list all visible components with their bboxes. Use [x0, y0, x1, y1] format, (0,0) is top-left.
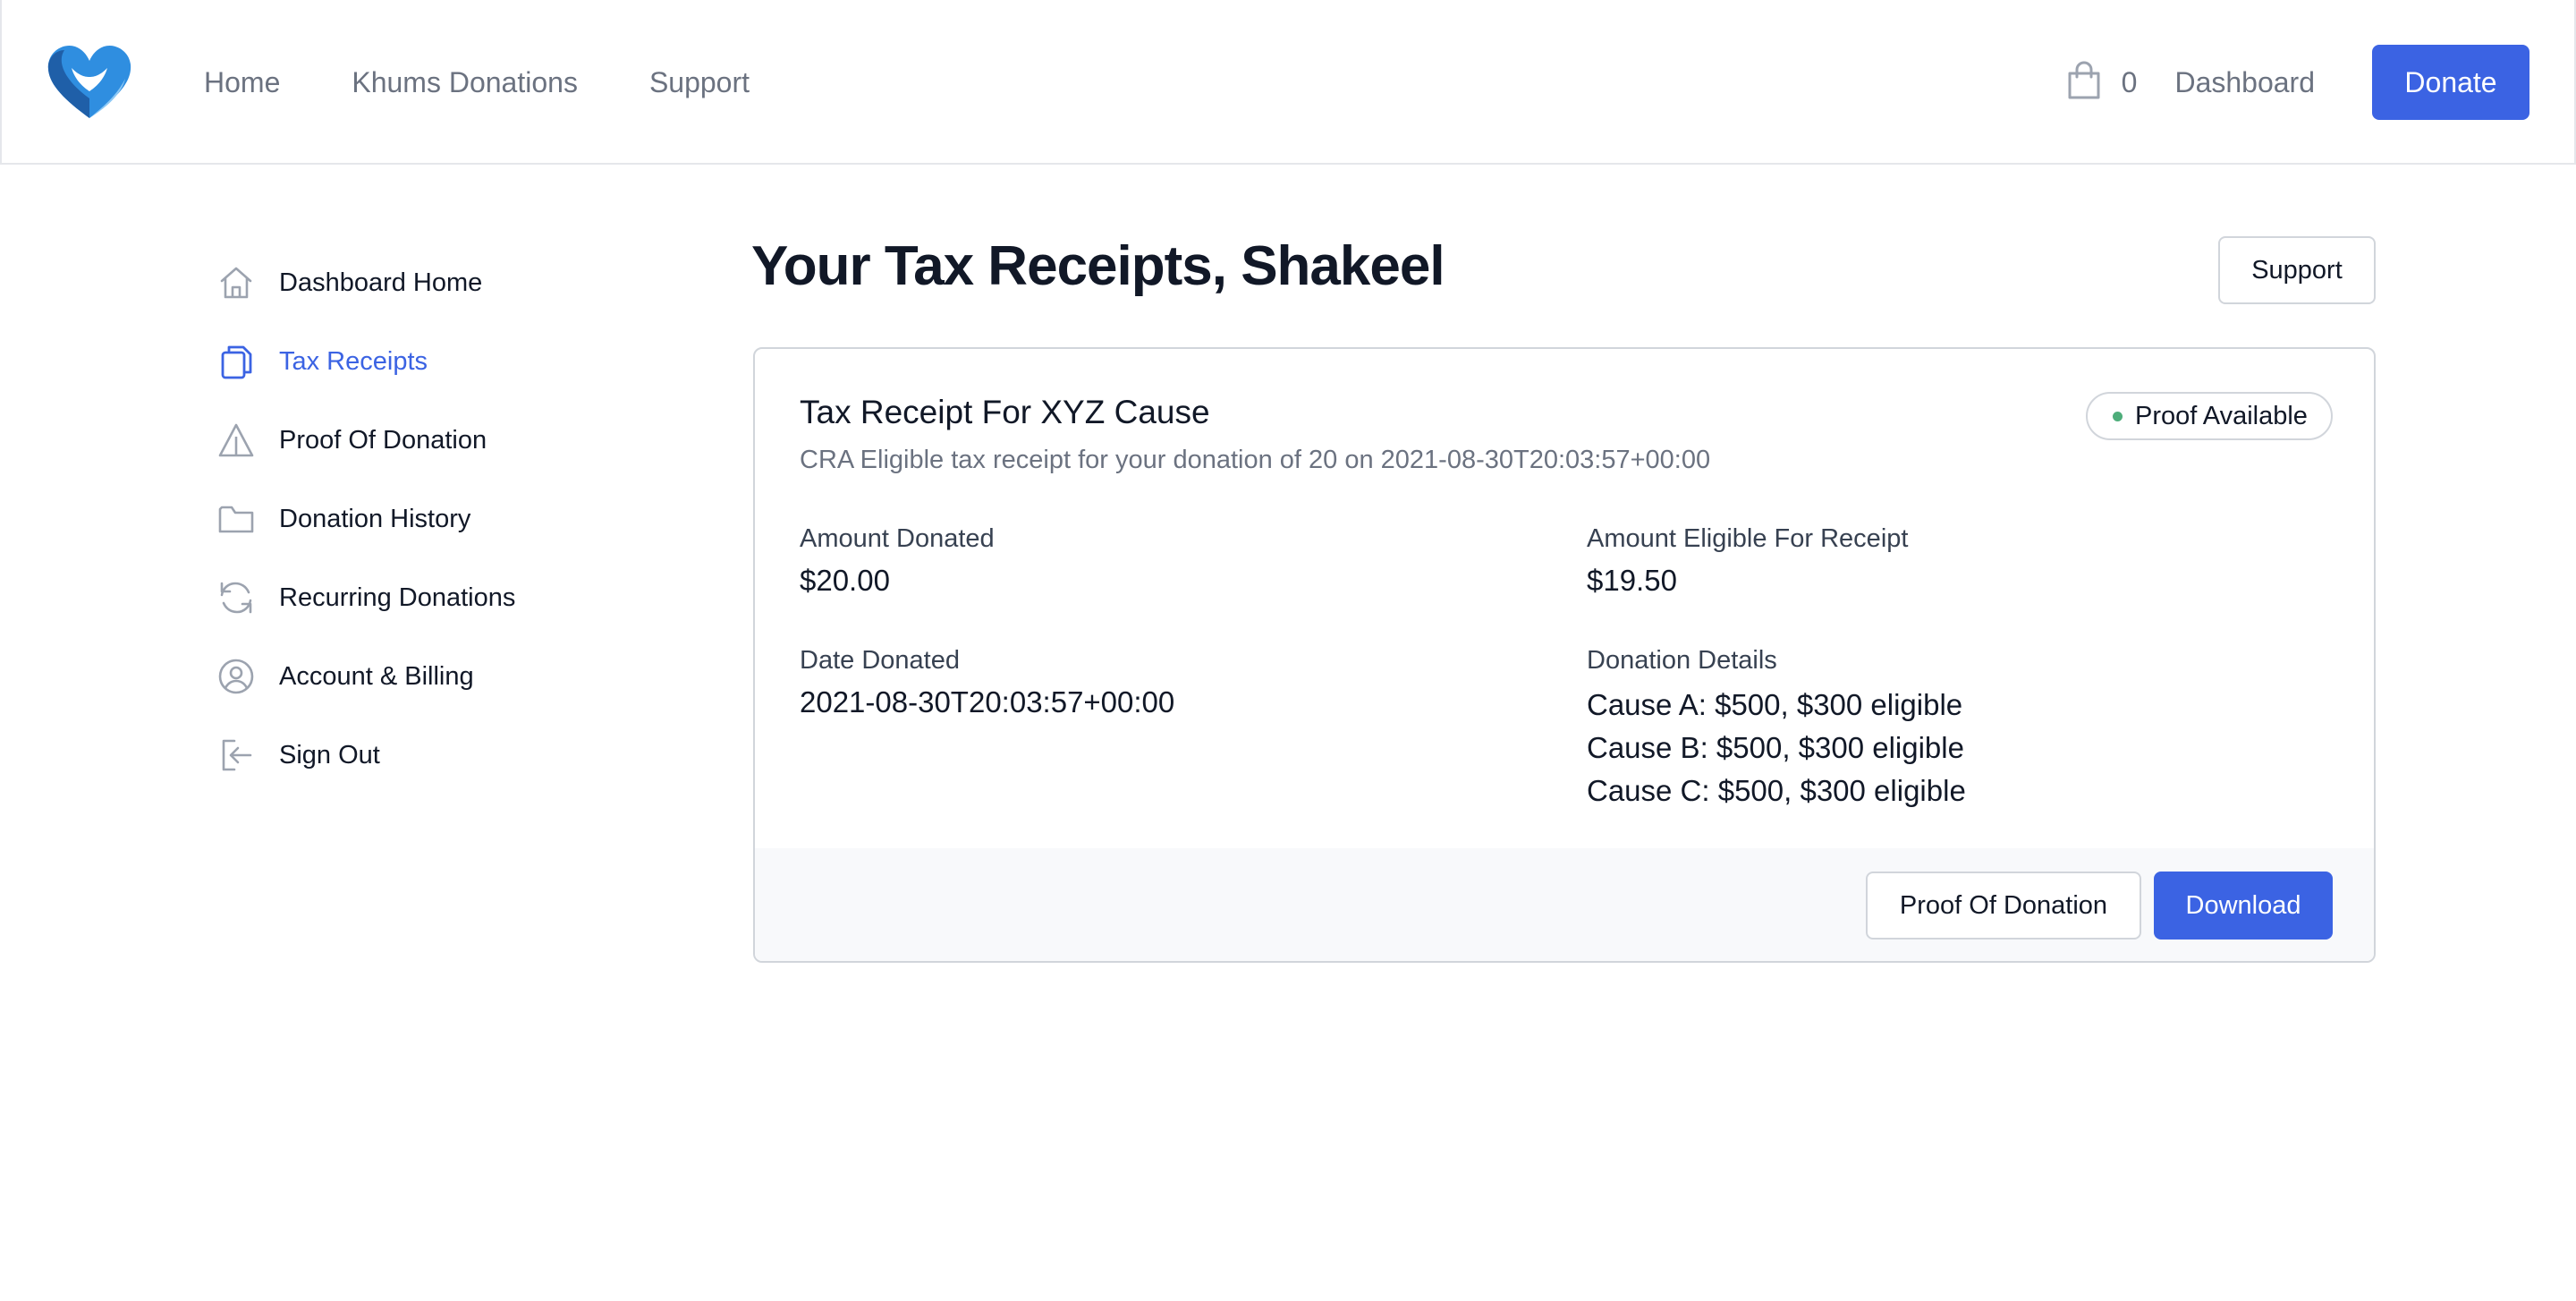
donation-detail-item: Cause C: $500, $300 eligible: [1587, 774, 1966, 807]
sidebar-item-tax-receipts[interactable]: Tax Receipts: [215, 322, 716, 401]
sidebar-item-account-billing[interactable]: Account & Billing: [215, 637, 716, 716]
sidebar-item-label: Tax Receipts: [279, 346, 428, 376]
status-dot-icon: [2113, 411, 2123, 421]
tax-receipt-card: Tax Receipt For XYZ Cause CRA Eligible t…: [753, 347, 2376, 963]
nav-khums-donations-link[interactable]: Khums Donations: [352, 66, 578, 99]
cart-count: 0: [2121, 65, 2138, 98]
heart-logo-icon[interactable]: [45, 43, 134, 120]
card-footer: Proof Of Donation Download: [755, 848, 2374, 961]
receipt-title: Tax Receipt For XYZ Cause: [800, 394, 1210, 430]
download-button[interactable]: Download: [2154, 872, 2333, 940]
amount-eligible-value: $19.50: [1587, 564, 1677, 597]
receipt-subtitle: CRA Eligible tax receipt for your donati…: [800, 446, 1711, 474]
sidebar-item-sign-out[interactable]: Sign Out: [215, 716, 716, 795]
donation-detail-item: Cause A: $500, $300 eligible: [1587, 688, 1963, 721]
refresh-icon: [215, 576, 258, 619]
sidebar-item-label: Sign Out: [279, 740, 380, 770]
sidebar-item-proof-of-donation[interactable]: Proof Of Donation: [215, 401, 716, 480]
sidebar: Dashboard Home Tax Receipts Proof Of Don…: [215, 243, 716, 795]
sidebar-item-label: Dashboard Home: [279, 268, 483, 297]
sidebar-item-label: Proof Of Donation: [279, 425, 487, 455]
nav-support-link[interactable]: Support: [649, 66, 750, 99]
warning-triangle-icon: [215, 419, 258, 462]
donate-button[interactable]: Donate: [2372, 45, 2529, 120]
proof-of-donation-button[interactable]: Proof Of Donation: [1866, 872, 2141, 940]
top-navbar: Home Khums Donations Support 0 Dashboard…: [0, 0, 2576, 165]
documents-icon: [215, 340, 258, 383]
sidebar-item-label: Account & Billing: [279, 661, 474, 691]
donation-details-label: Donation Details: [1587, 646, 1777, 675]
user-circle-icon: [215, 655, 258, 698]
nav-home-link[interactable]: Home: [204, 66, 280, 99]
date-donated-label: Date Donated: [800, 646, 960, 675]
sidebar-item-dashboard-home[interactable]: Dashboard Home: [215, 243, 716, 322]
sidebar-item-donation-history[interactable]: Donation History: [215, 480, 716, 558]
sidebar-item-label: Donation History: [279, 504, 471, 533]
folder-icon: [215, 497, 258, 540]
nav-actions: 0 Dashboard Donate: [2066, 0, 2529, 165]
home-icon: [215, 261, 258, 304]
amount-donated-label: Amount Donated: [800, 524, 995, 553]
amount-eligible-label: Amount Eligible For Receipt: [1587, 524, 1909, 553]
sidebar-item-label: Recurring Donations: [279, 582, 516, 612]
primary-nav: Home Khums Donations Support: [204, 0, 750, 165]
page-title: Your Tax Receipts, Shakeel: [751, 235, 1445, 297]
sign-out-icon: [215, 734, 258, 777]
shopping-bag-icon: [2066, 60, 2102, 105]
donation-details-list: Cause A: $500, $300 eligible Cause B: $5…: [1587, 684, 1966, 812]
support-button[interactable]: Support: [2218, 236, 2376, 304]
sidebar-item-recurring-donations[interactable]: Recurring Donations: [215, 558, 716, 637]
date-donated-value: 2021-08-30T20:03:57+00:00: [800, 685, 1175, 719]
status-badge-label: Proof Available: [2135, 401, 2308, 430]
amount-donated-value: $20.00: [800, 564, 890, 597]
cart-button[interactable]: 0: [2066, 60, 2138, 105]
status-badge: Proof Available: [2086, 392, 2333, 440]
donation-detail-item: Cause B: $500, $300 eligible: [1587, 731, 1964, 764]
nav-dashboard-link[interactable]: Dashboard: [2174, 66, 2315, 99]
